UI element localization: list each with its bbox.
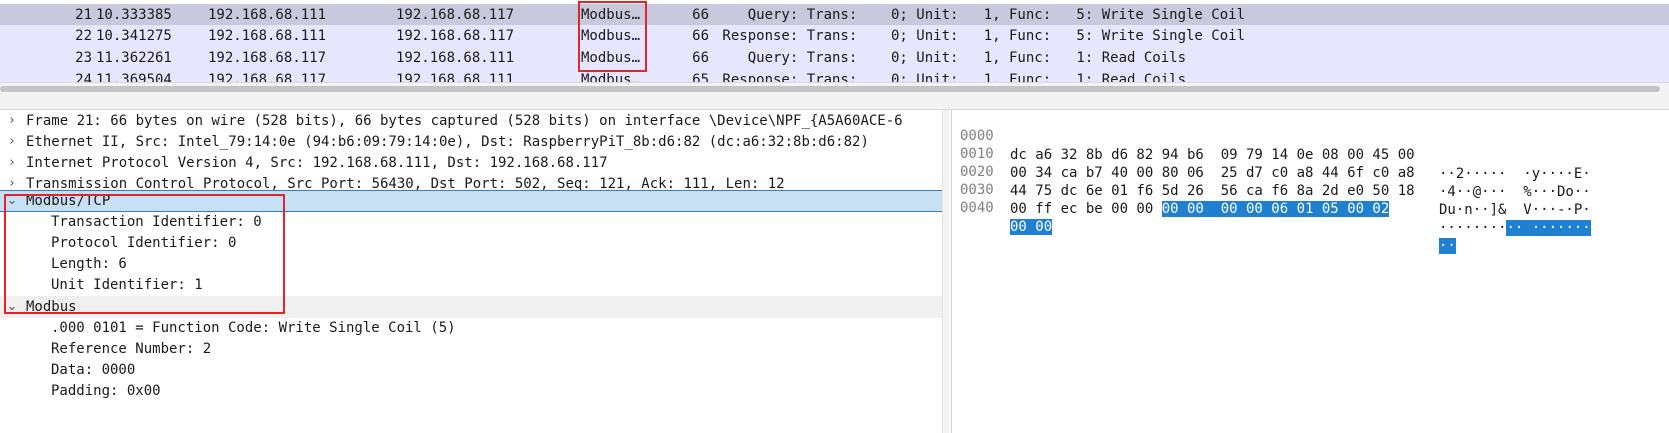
tree-item-ethernet[interactable]: › Ethernet II, Src: Intel_79:14:0e (94:b… xyxy=(0,131,949,153)
packet-destination: 192.168.68.117 xyxy=(396,28,515,44)
packet-source: 192.168.68.117 xyxy=(208,50,327,66)
byte-hex-highlighted: 00 00 xyxy=(1010,219,1053,235)
byte-offset: 0040 xyxy=(960,200,994,216)
field-padding: Padding: 0x00 xyxy=(51,383,161,399)
packet-destination: 192.168.68.111 xyxy=(396,50,515,66)
byte-ascii-highlighted: ·· ······· xyxy=(1506,220,1591,236)
tree-item-frame[interactable]: › Frame 21: 66 bytes on wire (528 bits),… xyxy=(0,110,949,132)
packet-info: Query: Trans: 0; Unit: 1, Func: 1: Read … xyxy=(714,50,1187,66)
byte-ascii[interactable]: ·· xyxy=(1439,237,1456,256)
packet-length: 65 xyxy=(692,72,709,82)
protocol-column-annotation-box xyxy=(578,1,647,72)
packet-length: 66 xyxy=(692,50,709,66)
packet-row[interactable]: 24 11.369504 192.168.68.117 192.168.68.1… xyxy=(0,69,1669,82)
packet-time: 10.333385 xyxy=(96,7,172,23)
byte-hex-plain: 00 ff ec be 00 00 xyxy=(1010,201,1162,217)
packet-number: 23 xyxy=(75,50,92,66)
byte-ascii-plain: ········ xyxy=(1439,220,1507,236)
chevron-right-icon[interactable]: › xyxy=(6,152,18,174)
field-function-code: .000 0101 = Function Code: Write Single … xyxy=(51,320,456,336)
tree-item-label: Frame 21: 66 bytes on wire (528 bits), 6… xyxy=(26,113,903,129)
packet-time: 11.369504 xyxy=(96,72,172,82)
scrollbar-thumb[interactable] xyxy=(0,86,1660,92)
byte-ascii[interactable]: Du·n··]& V···-·P· xyxy=(1439,201,1591,220)
chevron-right-icon[interactable]: › xyxy=(6,131,18,153)
packet-number: 22 xyxy=(75,28,92,44)
byte-hex-highlighted: 00 00 00 00 06 01 05 00 02 xyxy=(1161,201,1390,217)
modbus-tcp-annotation-box xyxy=(4,194,285,314)
packet-row[interactable]: 22 10.341275 192.168.68.111 192.168.68.1… xyxy=(0,25,1669,47)
tree-item-label: Internet Protocol Version 4, Src: 192.16… xyxy=(26,155,608,171)
chevron-right-icon[interactable]: › xyxy=(6,110,18,132)
packet-info: Query: Trans: 0; Unit: 1, Func: 5: Write… xyxy=(714,7,1246,23)
packet-length: 66 xyxy=(692,28,709,44)
bytes-row: 0010 00 34 ca b7 40 00 80 06 25 d7 c0 a8… xyxy=(952,126,1669,200)
field-reference-number: Reference Number: 2 xyxy=(51,341,212,357)
tree-field-row[interactable]: Padding: 0x00 xyxy=(0,380,949,402)
field-data: Data: 0000 xyxy=(51,362,136,378)
packet-source: 192.168.68.111 xyxy=(208,7,327,23)
packet-number: 24 xyxy=(75,72,92,82)
tree-field-row[interactable]: .000 0101 = Function Code: Write Single … xyxy=(0,317,949,339)
packet-info: Response: Trans: 0; Unit: 1, Func: 1: Re… xyxy=(714,72,1187,82)
packet-source: 192.168.68.111 xyxy=(208,28,327,44)
packet-row[interactable]: 23 11.362261 192.168.68.117 192.168.68.1… xyxy=(0,47,1669,69)
horizontal-scrollbar[interactable] xyxy=(0,84,1669,94)
byte-hex[interactable]: 00 00 xyxy=(1010,218,1053,237)
packet-time: 11.362261 xyxy=(96,50,172,66)
byte-ascii[interactable]: ·········· ······· xyxy=(1439,219,1591,238)
packet-time: 10.341275 xyxy=(96,28,172,44)
bytes-row: 0000 dc a6 32 8b d6 82 94 b6 09 79 14 0e… xyxy=(952,110,1669,182)
byte-hex[interactable]: 00 ff ec be 00 00 00 00 00 00 06 01 05 0… xyxy=(1010,200,1390,219)
tree-field-row[interactable]: Data: 0000 xyxy=(0,359,949,381)
packet-source: 192.168.68.117 xyxy=(208,72,327,82)
packet-length: 66 xyxy=(692,7,709,23)
packet-number: 21 xyxy=(75,7,92,23)
packet-bytes-pane: 0000 dc a6 32 8b d6 82 94 b6 09 79 14 0e… xyxy=(951,110,1669,433)
tree-field-row[interactable]: Reference Number: 2 xyxy=(0,338,949,360)
bytes-row: 0030 00 ff ec be 00 00 00 00 00 00 06 01… xyxy=(952,162,1669,236)
packet-info: Response: Trans: 0; Unit: 1, Func: 5: Wr… xyxy=(714,28,1246,44)
tree-item-ipv4[interactable]: › Internet Protocol Version 4, Src: 192.… xyxy=(0,152,949,174)
packet-row[interactable]: 21 10.333385 192.168.68.111 192.168.68.1… xyxy=(0,4,1669,26)
vertical-scrollbar[interactable] xyxy=(942,110,950,433)
bytes-row: 0040 00 00 ·· xyxy=(952,180,1669,254)
byte-ascii-highlighted: ·· xyxy=(1439,238,1456,254)
packet-destination: 192.168.68.111 xyxy=(396,72,515,82)
packet-list: 21 10.333385 192.168.68.111 192.168.68.1… xyxy=(0,0,1669,82)
packet-destination: 192.168.68.117 xyxy=(396,7,515,23)
tree-item-label: Ethernet II, Src: Intel_79:14:0e (94:b6:… xyxy=(26,134,869,150)
bytes-row: 0020 44 75 dc 6e 01 f6 5d 26 56 ca f6 8a… xyxy=(952,144,1669,218)
